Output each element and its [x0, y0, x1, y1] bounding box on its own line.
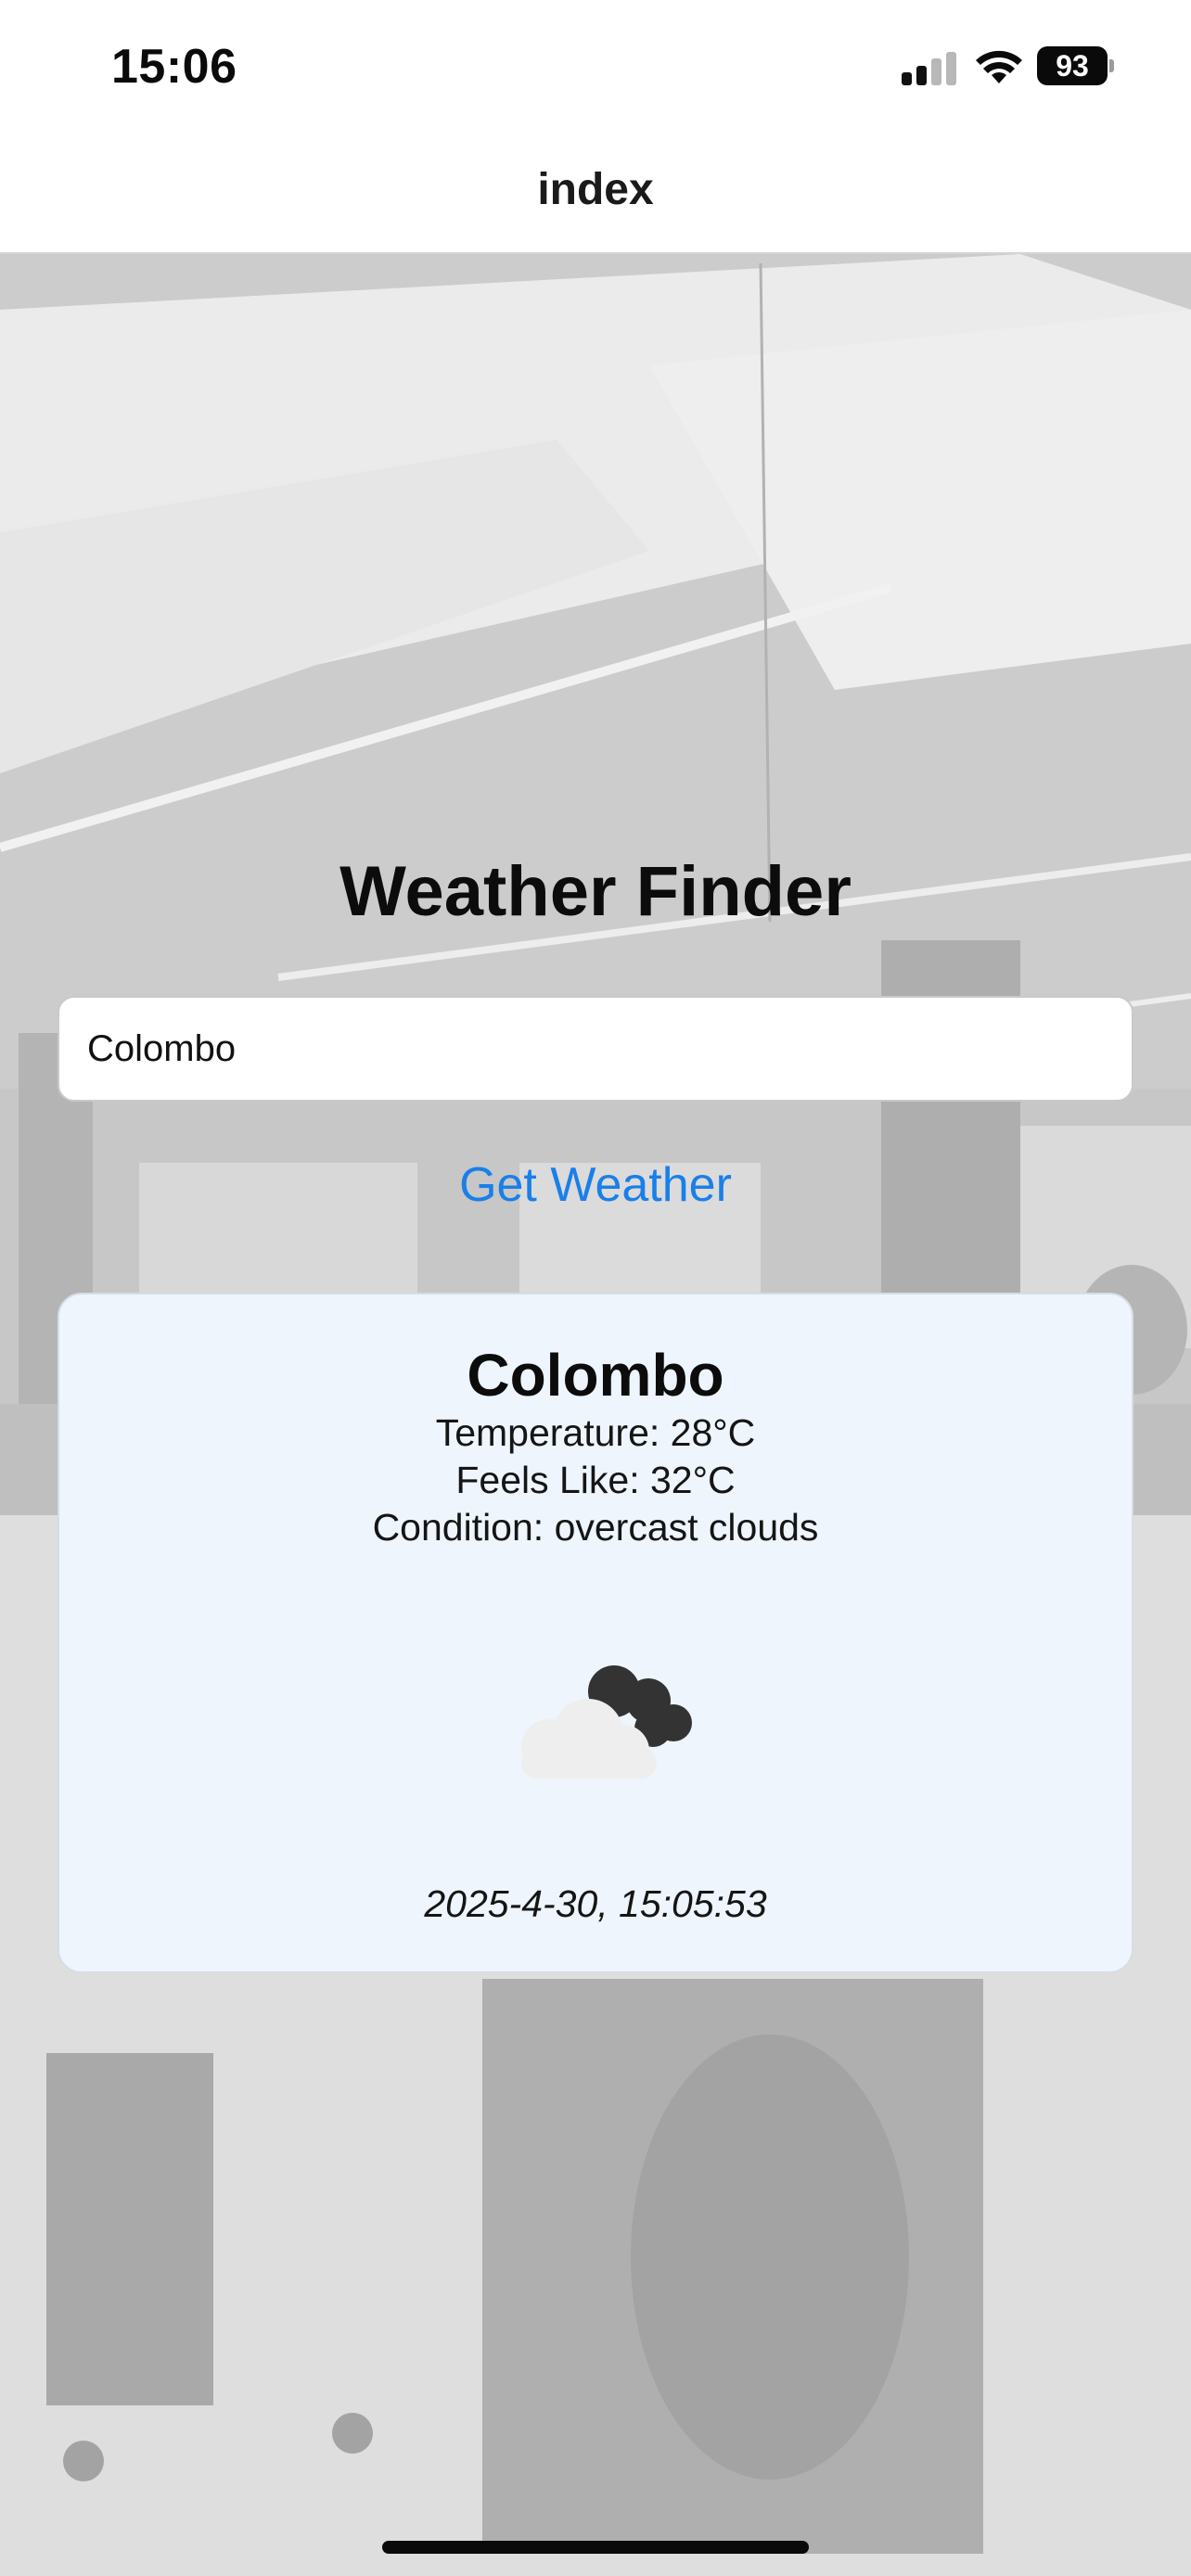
home-indicator[interactable]	[382, 2541, 809, 2554]
phone-screen: 15:06 93 index Weather Finder Colombo Ge…	[0, 0, 1191, 2576]
feels-like-text: Feels Like: 32°C	[455, 1459, 736, 1501]
status-bar: 15:06 93	[0, 0, 1191, 134]
navigation-bar: index	[0, 134, 1191, 254]
battery-level: 93	[1037, 46, 1108, 85]
status-time: 15:06	[111, 40, 237, 94]
cellular-signal-icon	[902, 52, 957, 85]
weather-result-card: Colombo Temperature: 28°C Feels Like: 32…	[58, 1293, 1133, 1973]
weather-timestamp: 2025-4-30, 15:05:53	[424, 1882, 767, 1925]
wifi-icon	[976, 50, 1022, 83]
condition-text: Condition: overcast clouds	[372, 1506, 819, 1549]
page-heading: Weather Finder	[339, 852, 852, 931]
battery-icon: 93	[1037, 46, 1115, 85]
overcast-clouds-icon	[521, 1665, 692, 1779]
nav-title: index	[537, 164, 654, 214]
city-search-input[interactable]	[58, 996, 1133, 1102]
get-weather-button[interactable]: Get Weather	[364, 1146, 827, 1224]
city-name: Colombo	[467, 1342, 724, 1409]
temperature-text: Temperature: 28°C	[435, 1411, 756, 1454]
